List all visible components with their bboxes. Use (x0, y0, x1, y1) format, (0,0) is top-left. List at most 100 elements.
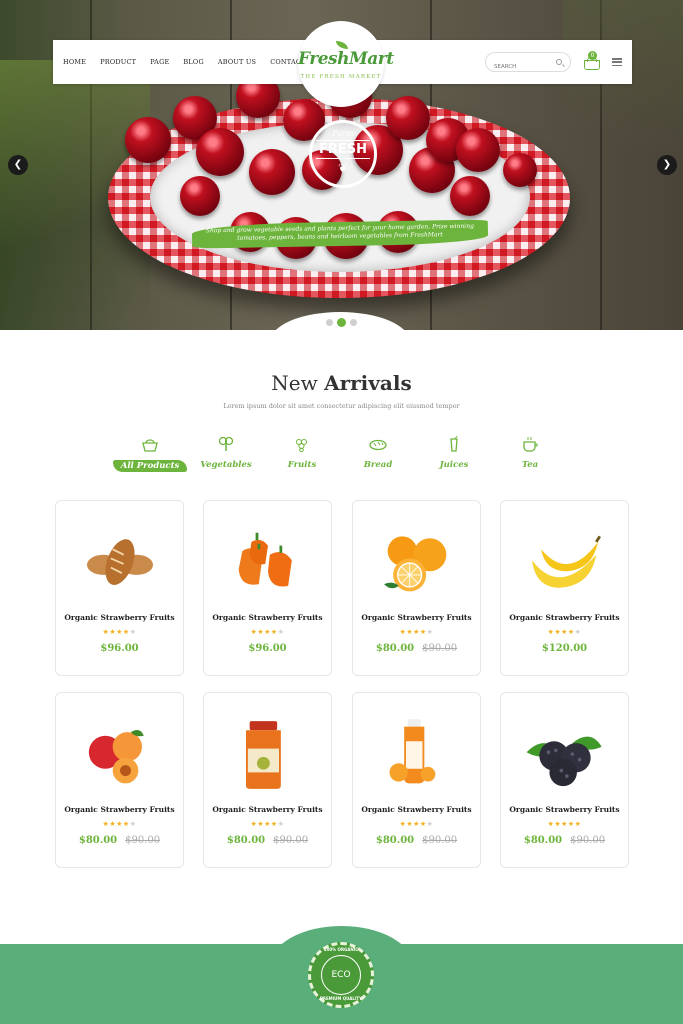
slider-dots (326, 318, 357, 327)
star-icon: ★ (419, 820, 427, 828)
tab-all-products[interactable]: All Products (112, 436, 188, 472)
prev-slide-button[interactable]: ❮ (8, 155, 28, 175)
cherry (249, 149, 295, 195)
star-icon: ★ (561, 820, 568, 828)
tab-fruits[interactable]: Fruits (264, 436, 340, 471)
product-price: $96.00 (56, 643, 183, 654)
current-price: $96.00 (100, 643, 139, 654)
product-price: $120.00 (501, 643, 628, 654)
oranges-image[interactable] (373, 523, 461, 603)
product-card[interactable]: Organic Strawberry Fruits ★★★★★ $120.00 (500, 500, 629, 676)
product-name[interactable]: Organic Strawberry Fruits (204, 613, 331, 622)
search-icon[interactable] (556, 59, 562, 65)
star-icon: ★ (277, 628, 285, 636)
star-icon: ★ (413, 820, 420, 828)
star-icon: ★ (129, 628, 137, 636)
main-nav: HOME PRODUCT PAGE BLOG ABOUT US CONTACT (63, 40, 306, 84)
juice-bottle-image[interactable] (373, 715, 461, 795)
bread-icon (369, 439, 387, 451)
star-rating: ★★★★★ (56, 820, 183, 828)
nav-page[interactable]: PAGE (150, 58, 169, 66)
cherry (450, 176, 490, 216)
blackberries-image[interactable] (521, 715, 609, 795)
star-icon: ★ (574, 628, 582, 636)
slider-dot-active[interactable] (337, 318, 346, 327)
chevron-right-icon: ❯ (662, 159, 672, 170)
nav-blog[interactable]: BLOG (183, 58, 203, 66)
old-price: $90.00 (125, 835, 161, 846)
star-icon: ★ (426, 820, 434, 828)
star-icon: ★ (264, 628, 271, 636)
product-card[interactable]: Organic Strawberry Fruits ★★★★★ $96.00 (55, 500, 184, 676)
hamburger-menu-icon[interactable] (612, 58, 622, 67)
peppers-image[interactable] (224, 523, 312, 603)
product-price: $80.00 $90.00 (56, 835, 183, 846)
star-icon: ★ (419, 628, 427, 636)
nav-about-us[interactable]: ABOUT US (218, 58, 256, 66)
section-title: New Arrivals (271, 371, 412, 395)
cherry (196, 128, 244, 176)
product-price: $80.00 $90.00 (204, 835, 331, 846)
slider-dot[interactable] (326, 319, 333, 326)
apricots-image[interactable] (76, 715, 164, 795)
star-icon: ★ (270, 820, 278, 828)
leaf-icon (336, 41, 348, 49)
leaf-icon: ❦ (337, 161, 349, 175)
juice-jar-image[interactable] (224, 715, 312, 795)
star-icon: ★ (277, 820, 285, 828)
star-icon: ★ (264, 820, 271, 828)
next-slide-button[interactable]: ❯ (657, 155, 677, 175)
chevron-left-icon: ❮ (13, 159, 23, 170)
product-card[interactable]: Organic Strawberry Fruits ★★★★★ $96.00 (203, 500, 332, 676)
product-name[interactable]: Organic Strawberry Fruits (56, 805, 183, 814)
star-rating: ★★★★★ (501, 628, 628, 636)
star-rating: ★★★★★ (501, 820, 628, 828)
tab-tea[interactable]: Tea (492, 436, 568, 471)
cart-button[interactable]: 0 (583, 51, 601, 72)
cherry (125, 117, 171, 163)
product-card[interactable]: Organic Strawberry Fruits ★★★★★ $80.00 $90.… (203, 692, 332, 868)
product-card[interactable]: Organic Strawberry Fruits ★★★★★ $80.00 $90.… (352, 500, 481, 676)
product-card[interactable]: Organic Strawberry Fruits ★★★★★ $80.00 $90.… (352, 692, 481, 868)
organic-seal: 100% ORGANIC ECO PREMIUM QUALITY (308, 942, 374, 1008)
juice-icon (450, 436, 458, 452)
basket-icon (142, 439, 158, 452)
cherry (456, 128, 500, 172)
nav-product[interactable]: PRODUCT (100, 58, 136, 66)
product-price: $80.00 $90.00 (501, 835, 628, 846)
tab-juices[interactable]: Juices (416, 436, 492, 471)
bananas-image[interactable] (521, 523, 609, 603)
product-price: $96.00 (204, 643, 331, 654)
grapes-icon (296, 439, 307, 452)
bread-image[interactable] (76, 523, 164, 603)
star-rating: ★★★★★ (204, 628, 331, 636)
tab-vegetables[interactable]: Vegetables (188, 436, 264, 471)
tab-bread[interactable]: Bread (340, 436, 416, 471)
product-card[interactable]: Organic Strawberry Fruits ★★★★★ $80.00 $90.… (500, 692, 629, 868)
current-price: $80.00 (226, 835, 266, 846)
farm-fresh-badge: Farm FRESH ❦ (309, 120, 377, 188)
product-name[interactable]: Organic Strawberry Fruits (353, 805, 480, 814)
product-name[interactable]: Organic Strawberry Fruits (204, 805, 331, 814)
star-icon: ★ (116, 628, 123, 636)
current-price: $80.00 (375, 643, 415, 654)
current-price: $80.00 (375, 835, 415, 846)
cherry (180, 176, 220, 216)
cherry (386, 96, 430, 140)
product-name[interactable]: Organic Strawberry Fruits (501, 613, 628, 622)
star-icon: ★ (122, 628, 130, 636)
product-card[interactable]: Organic Strawberry Fruits ★★★★★ $80.00 $90.… (55, 692, 184, 868)
star-icon: ★ (567, 820, 575, 828)
nav-home[interactable]: HOME (63, 58, 86, 66)
search-input[interactable] (486, 58, 550, 76)
product-name[interactable]: Organic Strawberry Fruits (353, 613, 480, 622)
current-price: $80.00 (78, 835, 118, 846)
product-name[interactable]: Organic Strawberry Fruits (501, 805, 628, 814)
star-icon: ★ (129, 820, 137, 828)
product-price: $80.00 $90.00 (353, 643, 480, 654)
product-name[interactable]: Organic Strawberry Fruits (56, 613, 183, 622)
star-rating: ★★★★★ (353, 820, 480, 828)
tea-icon (523, 437, 538, 452)
logo[interactable]: FreshMart THE FRESH MARKET (298, 21, 394, 107)
slider-dot[interactable] (350, 319, 357, 326)
